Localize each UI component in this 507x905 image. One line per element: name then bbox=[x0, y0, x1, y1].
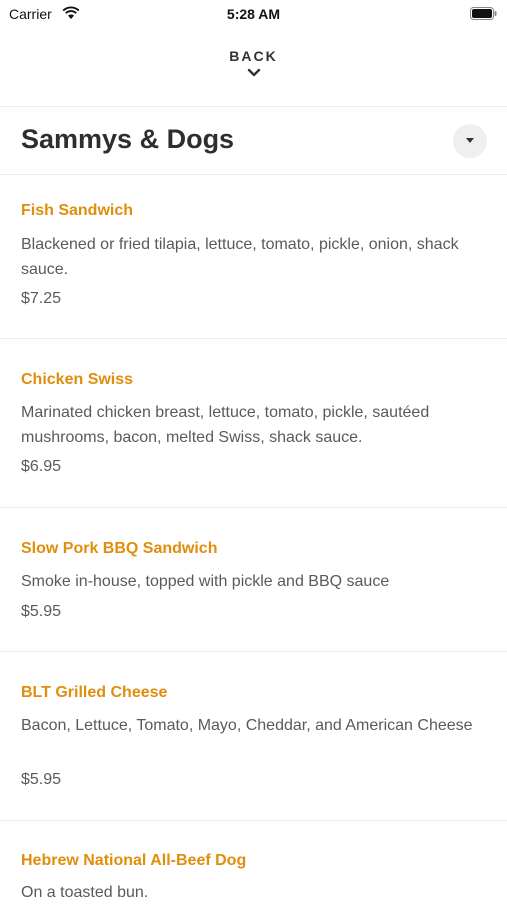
section-toggle-button[interactable] bbox=[453, 124, 487, 158]
item-description: Blackened or fried tilapia, lettuce, tom… bbox=[21, 236, 459, 278]
item-description: Bacon, Lettuce, Tomato, Mayo, Cheddar, a… bbox=[21, 717, 473, 734]
item-name: Hebrew National All-Beef Dog bbox=[21, 852, 247, 869]
menu-item[interactable]: Slow Pork BBQ Sandwich Smoke in-house, t… bbox=[0, 508, 507, 652]
item-name: BLT Grilled Cheese bbox=[21, 684, 168, 701]
section-title: Sammys & Dogs bbox=[21, 124, 235, 154]
status-bar: Carrier 5:28 AM bbox=[0, 0, 507, 28]
item-price: $7.25 bbox=[21, 290, 62, 307]
header-divider bbox=[0, 106, 507, 107]
item-price: $5.95 bbox=[21, 603, 62, 620]
back-label: BACK bbox=[229, 48, 278, 64]
chevron-down-icon bbox=[247, 68, 260, 77]
item-price: $5.95 bbox=[21, 771, 62, 788]
menu-item[interactable]: Fish Sandwich Blackened or fried tilapia… bbox=[0, 175, 507, 339]
item-name: Fish Sandwich bbox=[21, 202, 134, 219]
item-description: Marinated chicken breast, lettuce, tomat… bbox=[21, 404, 430, 446]
menu-item[interactable]: Hebrew National All-Beef Dog On a toaste… bbox=[0, 821, 507, 901]
item-name: Slow Pork BBQ Sandwich bbox=[21, 540, 218, 557]
item-price: $6.95 bbox=[21, 458, 62, 475]
caret-down-icon bbox=[466, 138, 474, 143]
battery-icon bbox=[470, 7, 497, 20]
item-description: On a toasted bun. bbox=[21, 884, 149, 901]
menu-item[interactable]: BLT Grilled Cheese Bacon, Lettuce, Tomat… bbox=[0, 652, 507, 820]
back-button[interactable]: BACK bbox=[0, 48, 507, 94]
item-description: Smoke in-house, topped with pickle and B… bbox=[21, 573, 390, 590]
item-name: Chicken Swiss bbox=[21, 371, 134, 388]
menu-item[interactable]: Chicken Swiss Marinated chicken breast, … bbox=[0, 339, 507, 507]
clock: 5:28 AM bbox=[226, 6, 281, 22]
